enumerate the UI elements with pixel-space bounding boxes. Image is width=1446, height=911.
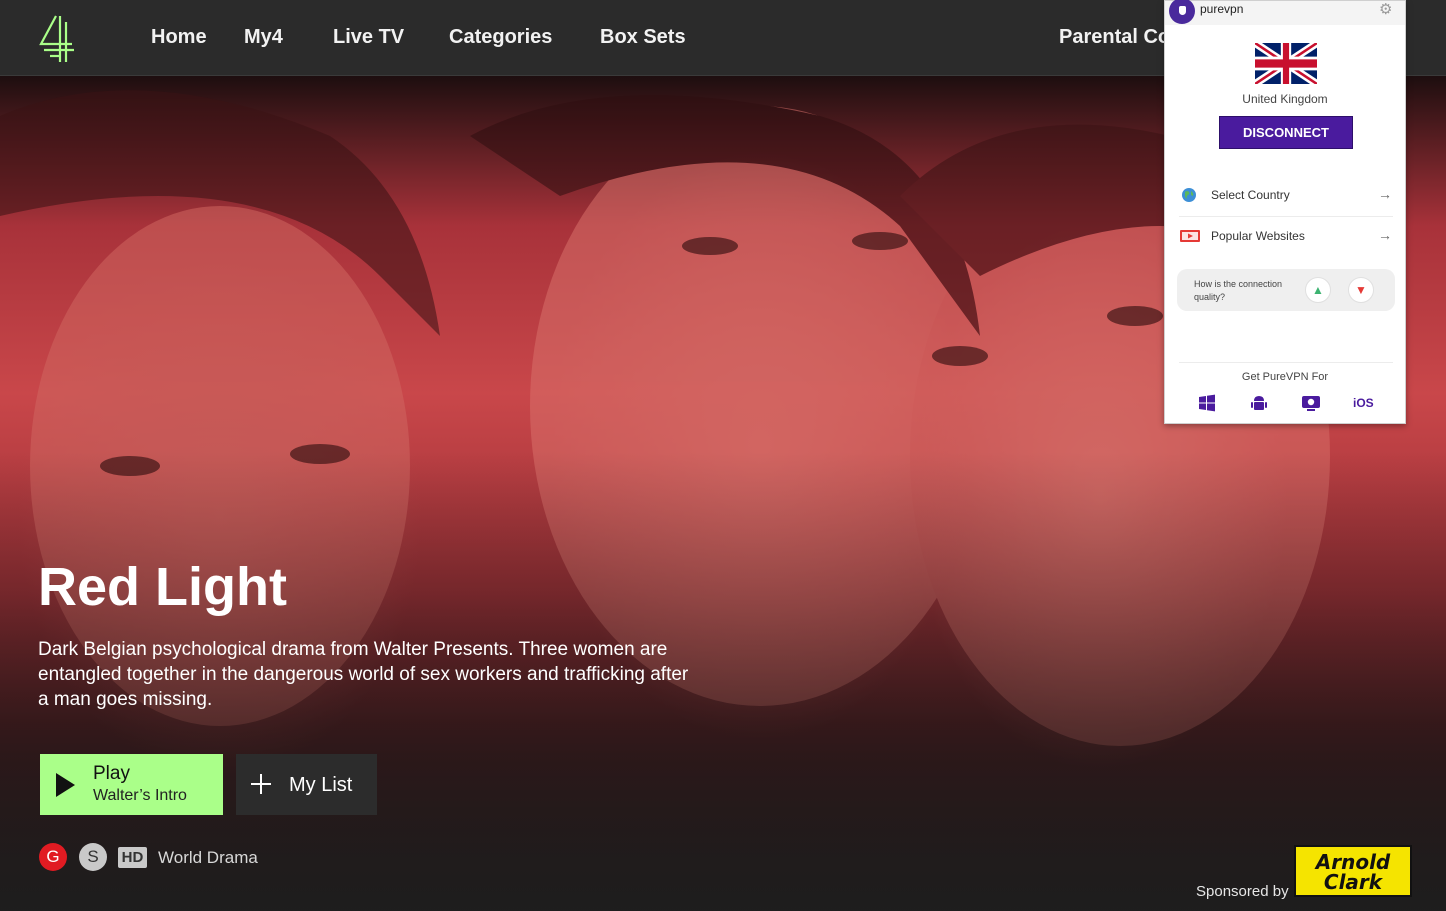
popular-websites-item[interactable]: Popular Websites → xyxy=(1175,218,1397,254)
hd-badge: HD xyxy=(118,847,147,868)
android-icon[interactable] xyxy=(1249,393,1269,413)
uk-flag-icon xyxy=(1255,43,1317,84)
arrow-right-icon: → xyxy=(1378,227,1392,243)
sponsor-logo[interactable]: Arnold Clark xyxy=(1294,845,1412,897)
thumbs-up-icon[interactable]: ▲ xyxy=(1305,277,1331,303)
connection-feedback-box: How is the connection quality? ▲ ▼ xyxy=(1177,269,1395,311)
play-label: Play xyxy=(93,763,130,784)
vpn-header: purevpn ⚙ xyxy=(1165,0,1405,25)
mac-icon[interactable] xyxy=(1301,393,1321,413)
play-icon xyxy=(56,773,75,797)
vpn-brand-name: purevpn xyxy=(1200,2,1244,16)
globe-icon xyxy=(1182,188,1196,202)
sponsor-logo-line2: Clark xyxy=(1323,870,1383,894)
disconnect-button[interactable]: DISCONNECT xyxy=(1219,116,1353,149)
popular-websites-label: Popular Websites xyxy=(1211,229,1305,243)
add-to-my-list-button[interactable]: My List xyxy=(236,754,377,815)
feedback-question: How is the connection quality? xyxy=(1194,279,1283,302)
vpn-extension-popup: purevpn ⚙ United Kingdom DISCONNECT Sele… xyxy=(1164,0,1406,424)
subtitles-badge: S xyxy=(79,843,107,871)
arrow-right-icon: → xyxy=(1378,186,1392,202)
vpn-divider xyxy=(1179,362,1393,363)
channel-4-logo-icon[interactable] xyxy=(36,14,78,64)
nav-box-sets[interactable]: Box Sets xyxy=(600,26,686,49)
settings-gear-icon[interactable]: ⚙ xyxy=(1379,2,1395,18)
nav-live-tv[interactable]: Live TV xyxy=(333,26,404,49)
select-country-item[interactable]: Select Country → xyxy=(1175,177,1397,213)
windows-icon[interactable] xyxy=(1197,393,1217,413)
my-list-label: My List xyxy=(289,774,353,796)
vpn-divider xyxy=(1179,216,1393,217)
show-title: Red Light xyxy=(38,557,287,617)
play-button[interactable]: Play Walter’s Intro xyxy=(40,754,223,815)
select-country-label: Select Country xyxy=(1211,188,1290,202)
get-purevpn-for-label: Get PureVPN For xyxy=(1241,371,1329,383)
purevpn-logo-icon xyxy=(1169,0,1195,24)
ios-label[interactable]: iOS xyxy=(1353,396,1374,410)
nav-categories[interactable]: Categories xyxy=(449,26,552,49)
play-episode-label: Walter’s Intro xyxy=(93,787,187,804)
video-site-icon xyxy=(1180,230,1200,242)
guidance-rating-badge: G xyxy=(39,843,67,871)
nav-my4[interactable]: My4 xyxy=(244,26,283,49)
connected-country: United Kingdom xyxy=(1242,92,1328,106)
nav-home[interactable]: Home xyxy=(151,26,207,49)
nav-parental-controls[interactable]: Parental Co xyxy=(1059,26,1170,49)
sponsored-by-label: Sponsored by xyxy=(1196,883,1289,900)
show-description: Dark Belgian psychological drama from Wa… xyxy=(38,639,689,710)
genre-label: World Drama xyxy=(158,848,258,867)
thumbs-down-icon[interactable]: ▼ xyxy=(1348,277,1374,303)
plus-icon xyxy=(251,774,271,794)
sponsor-logo-line1: Arnold xyxy=(1315,850,1391,874)
